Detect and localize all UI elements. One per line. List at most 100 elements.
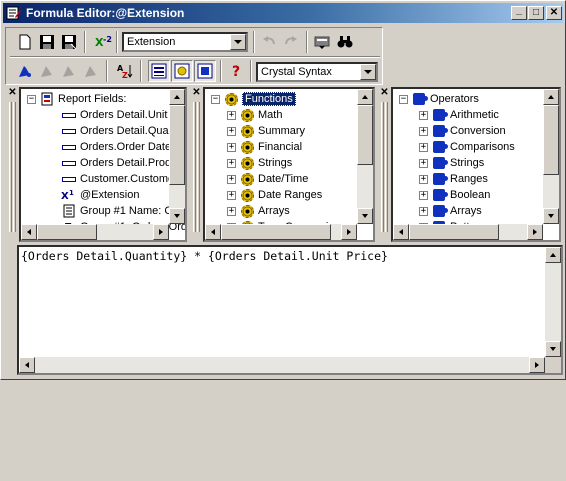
collapse-icon[interactable]: − xyxy=(211,94,220,104)
scroll-thumb[interactable] xyxy=(37,224,97,240)
expand-icon[interactable]: + xyxy=(227,190,236,200)
drag-grip[interactable] xyxy=(381,102,384,232)
scroll-thumb[interactable] xyxy=(543,105,559,175)
drag-grip[interactable] xyxy=(5,363,17,481)
save-and-close-button[interactable] xyxy=(58,31,80,53)
expand-icon[interactable]: + xyxy=(227,110,236,120)
list-item[interactable]: + Date Ranges xyxy=(227,187,322,203)
drag-grip[interactable] xyxy=(197,102,200,232)
list-item[interactable]: + Math xyxy=(227,107,282,123)
list-item[interactable]: X1 @Extension xyxy=(61,187,139,203)
minimize-button[interactable]: _ xyxy=(511,6,527,20)
toggle-fields-tree-button[interactable] xyxy=(148,60,170,82)
list-item[interactable]: + Strings xyxy=(419,155,484,171)
list-item[interactable]: + Comparisons xyxy=(419,139,515,155)
editor-vertical-scrollbar[interactable] xyxy=(545,247,561,357)
maximize-button[interactable]: □ xyxy=(528,6,544,20)
next-bookmark-button[interactable] xyxy=(36,60,58,82)
scroll-thumb[interactable] xyxy=(221,224,331,240)
scroll-up-button[interactable] xyxy=(169,89,185,105)
fields-horizontal-scrollbar[interactable] xyxy=(21,224,169,240)
title-bar[interactable]: Formula Editor:@Extension xyxy=(3,3,563,23)
drag-grip[interactable] xyxy=(193,102,196,232)
expand-icon[interactable]: + xyxy=(419,158,428,168)
collapse-icon[interactable]: − xyxy=(27,94,36,104)
scroll-right-button[interactable] xyxy=(529,357,545,373)
functions-pane-handle[interactable]: ✕ xyxy=(191,87,202,242)
close-functions-pane-icon[interactable]: ✕ xyxy=(191,87,202,99)
previous-bookmark-button[interactable] xyxy=(58,60,80,82)
formula-text-editor[interactable]: {Orders Detail.Quantity} * {Orders Detai… xyxy=(17,245,563,375)
operators-vertical-scrollbar[interactable] xyxy=(543,89,559,224)
scroll-left-button[interactable] xyxy=(21,224,37,240)
expand-icon[interactable]: + xyxy=(227,174,236,184)
fields-pane-handle[interactable]: ✕ xyxy=(7,87,18,242)
operators-horizontal-scrollbar[interactable] xyxy=(393,224,543,240)
scroll-right-button[interactable] xyxy=(527,224,543,240)
browse-data-button[interactable] xyxy=(311,31,333,53)
list-item[interactable]: + Arithmetic xyxy=(419,107,499,123)
find-button[interactable] xyxy=(334,31,356,53)
formula-text[interactable]: {Orders Detail.Quantity} * {Orders Detai… xyxy=(21,249,388,263)
list-item[interactable]: + Arrays xyxy=(419,203,482,219)
list-item[interactable]: + Date/Time xyxy=(227,171,308,187)
scroll-down-button[interactable] xyxy=(169,208,185,224)
expand-icon[interactable]: + xyxy=(419,142,428,152)
toggle-functions-tree-button[interactable] xyxy=(171,60,193,82)
drag-grip[interactable] xyxy=(385,102,388,232)
functions-root[interactable]: − Functions xyxy=(211,91,296,107)
syntax-select[interactable]: Crystal Syntax xyxy=(256,62,378,82)
scroll-thumb[interactable] xyxy=(409,224,499,240)
list-item[interactable]: Orders.Order Date xyxy=(61,139,171,155)
undo-button[interactable] xyxy=(258,31,280,53)
clear-bookmarks-button[interactable] xyxy=(80,60,102,82)
list-item[interactable]: + Boolean xyxy=(419,187,490,203)
fields-tree-pane[interactable]: − Report Fields: Orders Detail.Unit Pric… xyxy=(19,87,187,242)
scroll-up-button[interactable] xyxy=(543,89,559,105)
expand-icon[interactable]: + xyxy=(227,206,236,216)
list-item[interactable]: + Conversion xyxy=(419,123,506,139)
scroll-down-button[interactable] xyxy=(543,208,559,224)
expand-icon[interactable]: + xyxy=(419,190,428,200)
expand-icon[interactable]: + xyxy=(419,174,428,184)
close-operators-pane-icon[interactable]: ✕ xyxy=(379,87,390,99)
list-item[interactable]: + Financial xyxy=(227,139,302,155)
scroll-up-button[interactable] xyxy=(545,247,561,263)
expand-icon[interactable]: + xyxy=(227,158,236,168)
list-item[interactable]: + Arrays xyxy=(227,203,290,219)
new-formula-button[interactable] xyxy=(14,31,36,53)
list-item[interactable]: + Ranges xyxy=(419,171,488,187)
expand-icon[interactable]: + xyxy=(419,110,428,120)
list-item[interactable]: + Summary xyxy=(227,123,305,139)
expand-icon[interactable]: + xyxy=(419,126,428,136)
help-button[interactable]: ? xyxy=(226,60,248,82)
drag-grip[interactable] xyxy=(9,102,12,232)
chevron-down-icon[interactable] xyxy=(230,34,246,50)
check-formula-button[interactable]: X -2 xyxy=(92,31,114,53)
scroll-left-button[interactable] xyxy=(205,224,221,240)
close-fields-pane-icon[interactable]: ✕ xyxy=(7,87,18,99)
collapse-icon[interactable]: − xyxy=(399,94,408,104)
close-button[interactable]: ✕ xyxy=(546,6,562,20)
drag-grip[interactable] xyxy=(13,102,16,232)
scroll-right-button[interactable] xyxy=(341,224,357,240)
scroll-right-button[interactable] xyxy=(153,224,169,240)
list-item[interactable]: + Strings xyxy=(227,155,292,171)
fields-vertical-scrollbar[interactable] xyxy=(169,89,185,224)
operators-pane-handle[interactable]: ✕ xyxy=(379,87,390,242)
expand-icon[interactable]: + xyxy=(227,142,236,152)
redo-button[interactable] xyxy=(280,31,302,53)
scroll-down-button[interactable] xyxy=(357,208,373,224)
functions-vertical-scrollbar[interactable] xyxy=(357,89,373,224)
scroll-left-button[interactable] xyxy=(19,357,35,373)
fields-root[interactable]: − Report Fields: xyxy=(27,91,126,107)
drag-grip[interactable] xyxy=(5,245,17,363)
scroll-down-button[interactable] xyxy=(545,341,561,357)
scroll-left-button[interactable] xyxy=(393,224,409,240)
chevron-down-icon[interactable] xyxy=(360,64,376,80)
sort-trees-button[interactable]: AZ xyxy=(114,60,136,82)
functions-horizontal-scrollbar[interactable] xyxy=(205,224,357,240)
operators-root[interactable]: − Operators xyxy=(399,91,479,107)
functions-tree-pane[interactable]: − Functions + Math + Summary + Financial + S… xyxy=(203,87,375,242)
operators-tree-pane[interactable]: − Operators + Arithmetic + Conversion + Com… xyxy=(391,87,561,242)
